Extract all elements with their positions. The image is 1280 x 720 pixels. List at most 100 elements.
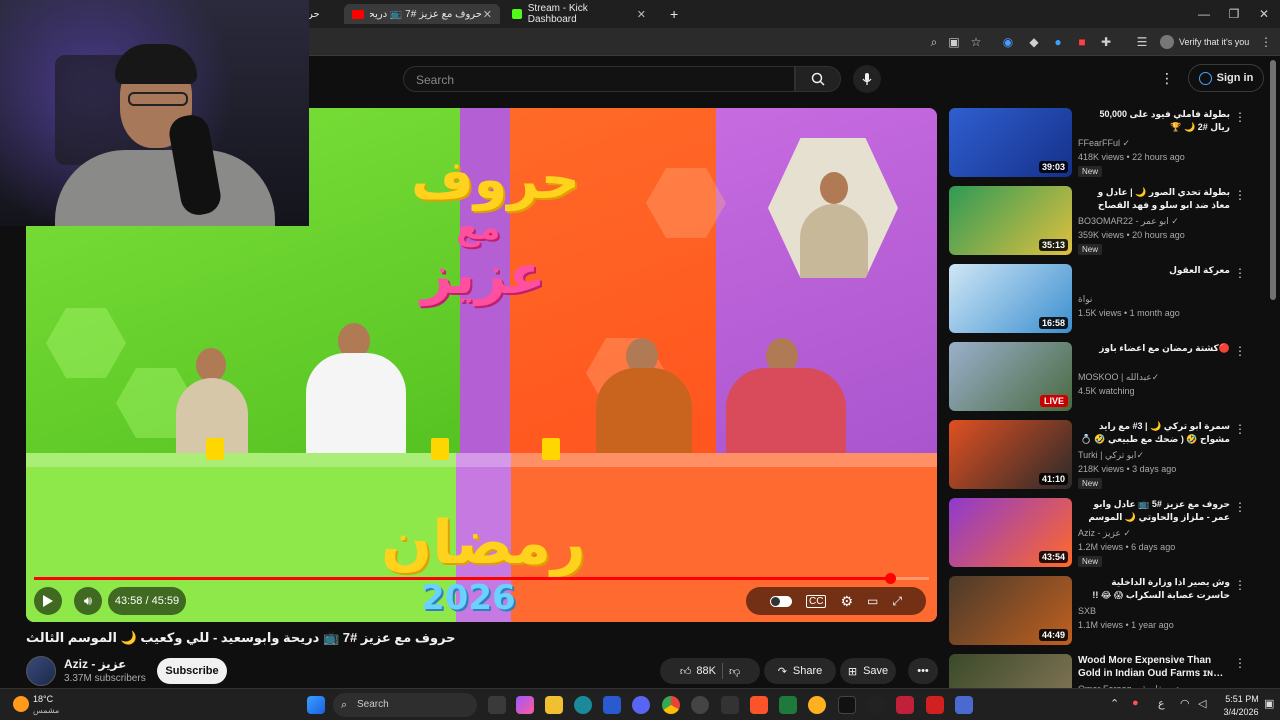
more-options-icon[interactable]: ⋮ xyxy=(1234,422,1246,436)
captions-icon[interactable]: CC xyxy=(806,594,827,608)
video-thumbnail[interactable]: 16:58 xyxy=(949,264,1072,333)
recommendation-item[interactable]: 43:54 حروف مع عزيز #5 📺 عادل وابو عمر - م… xyxy=(949,498,1254,568)
scrollbar[interactable] xyxy=(1270,60,1276,300)
extension-icon[interactable]: ● xyxy=(1050,34,1066,50)
volume-icon[interactable]: ◁ xyxy=(1198,697,1206,710)
theater-mode-icon[interactable]: ▭ xyxy=(867,594,878,608)
tiktok-icon[interactable] xyxy=(838,696,856,714)
store-icon[interactable] xyxy=(603,696,621,714)
app-icon[interactable] xyxy=(721,696,739,714)
app-icon[interactable] xyxy=(808,696,826,714)
recommendation-channel[interactable]: FFearFFul ✓ xyxy=(1078,138,1130,149)
extension-icon[interactable]: ◉ xyxy=(1000,34,1016,50)
language-indicator[interactable]: ع xyxy=(1158,697,1165,710)
recommendation-item[interactable]: 35:13 بطولة تحدي الصور 🌙 | عادل و معاذ ضد… xyxy=(949,186,1254,256)
like-button[interactable]: 👍︎ 88K xyxy=(680,665,716,678)
search-button[interactable] xyxy=(795,66,841,92)
app-icon[interactable] xyxy=(926,696,944,714)
new-tab-button[interactable]: + xyxy=(662,4,682,24)
progress-scrubber[interactable] xyxy=(884,573,896,584)
taskbar-search-box[interactable]: Search xyxy=(333,693,477,717)
app-icon[interactable] xyxy=(896,696,914,714)
search-input[interactable]: Search xyxy=(403,66,795,92)
recommendation-title[interactable]: معركة العقول xyxy=(1078,264,1230,277)
recommendation-item[interactable]: Wood More Expensive Than Gold in Indian … xyxy=(949,654,1254,688)
minimize-icon[interactable]: — xyxy=(1196,6,1212,22)
recommendation-title[interactable]: Wood More Expensive Than Gold in Indian … xyxy=(1078,654,1230,680)
recommendation-channel[interactable]: SXB xyxy=(1078,606,1096,616)
settings-gear-icon[interactable]: ⚙ xyxy=(840,593,853,610)
extension-icon[interactable]: ◆ xyxy=(1026,34,1042,50)
windows-start-icon[interactable] xyxy=(307,696,325,714)
recommendation-channel[interactable]: نواة xyxy=(1078,294,1092,305)
discord-icon[interactable] xyxy=(632,696,650,714)
maximize-icon[interactable]: ❐ xyxy=(1226,6,1242,22)
video-progress-bar[interactable] xyxy=(34,573,929,584)
tray-mic-icon[interactable]: ● xyxy=(1132,697,1139,709)
recommendation-title[interactable]: بطولة تحدي الصور 🌙 | عادل و معاذ ضد ابو … xyxy=(1078,186,1230,212)
voice-search-button[interactable] xyxy=(853,65,881,93)
weather-temperature[interactable]: 18°C xyxy=(33,694,53,704)
more-options-icon[interactable]: ⋮ xyxy=(1234,578,1246,592)
channel-avatar[interactable] xyxy=(26,656,56,686)
clock-date[interactable]: 3/4/2026 xyxy=(1218,707,1264,717)
recommendation-title[interactable]: سمرة ابو تركي 🌙 | 3# مع رايد مشواح 🤣 ( ض… xyxy=(1078,420,1230,447)
recommendation-channel[interactable]: MOSKOO | عبدالله✓ xyxy=(1078,372,1159,383)
bookmark-star-icon[interactable]: ☆ xyxy=(968,34,984,50)
weather-sun-icon[interactable] xyxy=(13,696,29,712)
clock-time[interactable]: 5:51 PM xyxy=(1222,694,1262,704)
chrome-icon[interactable] xyxy=(662,696,680,714)
edge-icon[interactable] xyxy=(574,696,592,714)
fullscreen-icon[interactable]: ⤢ xyxy=(892,594,902,609)
recommendation-title[interactable]: 🔴كشتة رمضان مع اعضاء باوز xyxy=(1078,342,1230,355)
video-thumbnail[interactable]: 44:49 xyxy=(949,576,1072,645)
recommendation-title[interactable]: بطولة فاملي فيود على 50,000 ريال #2 🌙 🏆 xyxy=(1078,108,1230,134)
video-thumbnail[interactable] xyxy=(949,654,1072,688)
subscribe-button[interactable]: Subscribe xyxy=(157,658,227,684)
zoom-icon[interactable]: ⌕ xyxy=(926,34,942,50)
wifi-icon[interactable]: ◠ xyxy=(1180,697,1190,710)
task-view-icon[interactable] xyxy=(488,696,506,714)
recommendation-title[interactable]: وش يصير اذا وزارة الداخلية حاسرت عصابة ا… xyxy=(1078,576,1230,602)
more-options-icon[interactable]: ⋮ xyxy=(1234,500,1246,514)
recommendation-title[interactable]: حروف مع عزيز #5 📺 عادل وابو عمر - ملزاز … xyxy=(1078,498,1230,525)
brave-icon[interactable] xyxy=(750,696,768,714)
recommendation-item[interactable]: 41:10 سمرة ابو تركي 🌙 | 3# مع رايد مشواح … xyxy=(949,420,1254,490)
settings-menu-icon[interactable]: ⋮ xyxy=(1160,70,1174,87)
video-thumbnail[interactable]: 41:10 xyxy=(949,420,1072,489)
more-options-icon[interactable]: ⋮ xyxy=(1234,656,1246,670)
recommendation-item[interactable]: LIVE 🔴كشتة رمضان مع اعضاء باوز MOSKOO | عب… xyxy=(949,342,1254,412)
more-options-icon[interactable]: ⋮ xyxy=(1234,266,1246,280)
browser-menu-icon[interactable]: ⋮ xyxy=(1258,34,1274,50)
thumbs-down-icon[interactable]: 👎︎ xyxy=(729,665,740,678)
video-thumbnail[interactable]: LIVE xyxy=(949,342,1072,411)
volume-button[interactable]: 🔊︎ xyxy=(74,587,102,615)
app-icon[interactable] xyxy=(691,696,709,714)
extensions-puzzle-icon[interactable]: ✚ xyxy=(1098,34,1114,50)
share-button[interactable]: ↷ Share xyxy=(764,658,836,684)
reading-list-icon[interactable]: ☰ xyxy=(1134,34,1150,50)
file-explorer-icon[interactable] xyxy=(545,696,563,714)
extension-icon[interactable]: ■ xyxy=(1074,34,1090,50)
recommendation-channel[interactable]: Aziz - عزيز ✓ xyxy=(1078,528,1131,539)
xbox-icon[interactable] xyxy=(779,696,797,714)
weather-description[interactable]: مشمس xyxy=(33,706,59,715)
notification-bell-icon[interactable]: ▣ xyxy=(1264,697,1274,710)
recommendation-item[interactable]: 44:49 وش يصير اذا وزارة الداخلية حاسرت عص… xyxy=(949,576,1254,646)
video-thumbnail[interactable]: 35:13 xyxy=(949,186,1072,255)
recommendation-channel[interactable]: Turki | ابو تركي✓ xyxy=(1078,450,1144,461)
close-icon[interactable]: ✕ xyxy=(637,8,646,21)
recommendation-item[interactable]: 16:58 معركة العقول نواة 1.5K views • 1 mont… xyxy=(949,264,1254,334)
browser-tab-active[interactable]: حروف مع عزيز #7 📺 دريحة وابو… ✕ xyxy=(344,4,500,24)
window-close-icon[interactable]: ✕ xyxy=(1256,6,1272,22)
settings-app-icon[interactable] xyxy=(955,696,973,714)
save-button[interactable]: ⊞ Save xyxy=(840,658,896,684)
video-thumbnail[interactable]: 39:03 xyxy=(949,108,1072,177)
recommendation-channel[interactable]: BO3OMAR22 - ابو عمر ✓ xyxy=(1078,216,1179,227)
close-icon[interactable]: ✕ xyxy=(483,8,492,21)
autoplay-toggle[interactable] xyxy=(770,595,793,607)
app-icon[interactable] xyxy=(867,696,885,714)
tray-chevron-icon[interactable]: ⌃ xyxy=(1110,697,1119,710)
recommendation-item[interactable]: 39:03 بطولة فاملي فيود على 50,000 ريال #2… xyxy=(949,108,1254,178)
more-actions-button[interactable]: ••• xyxy=(908,658,938,684)
